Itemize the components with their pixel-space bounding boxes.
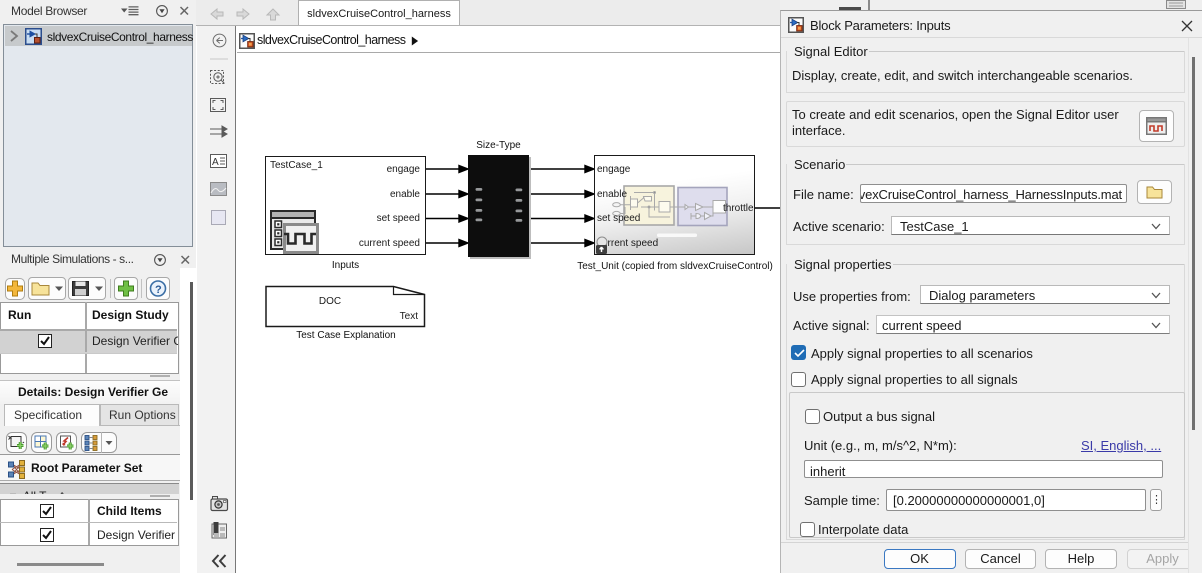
- svg-text:?: ?: [155, 284, 162, 296]
